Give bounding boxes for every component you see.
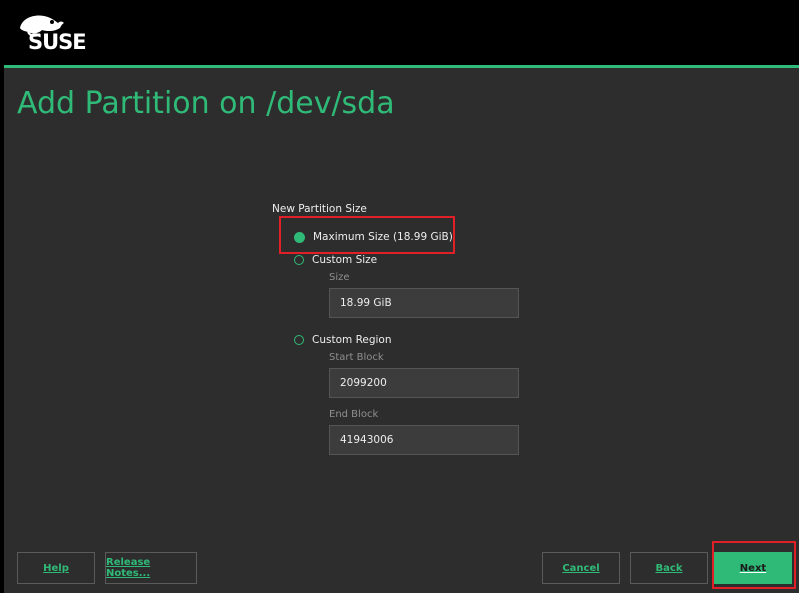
page-title: Add Partition on /dev/sda <box>17 86 395 121</box>
radio-custom-region[interactable]: Custom Region <box>294 334 392 346</box>
radio-label: Custom Size <box>312 254 378 266</box>
size-label: Size <box>329 272 350 283</box>
highlight-box <box>712 541 796 589</box>
cancel-button[interactable]: Cancel <box>542 552 620 584</box>
radio-unchecked-icon[interactable] <box>294 255 304 265</box>
radio-unchecked-icon[interactable] <box>294 335 304 345</box>
radio-label: Custom Region <box>312 334 392 346</box>
start-block-label: Start Block <box>329 352 384 363</box>
help-button-label: Help <box>43 562 69 574</box>
header-accent-line <box>4 65 799 68</box>
end-block-input[interactable]: 41943006 <box>329 425 519 455</box>
suse-logo-text: SUSE <box>28 30 87 54</box>
release-notes-button-label: Release Notes... <box>106 557 151 579</box>
size-input[interactable]: 18.99 GiB <box>329 288 519 318</box>
highlight-box <box>279 216 455 254</box>
group-label: New Partition Size <box>272 203 367 215</box>
top-bar: SUSE <box>0 0 799 65</box>
help-button[interactable]: Help <box>17 552 95 584</box>
start-block-input[interactable]: 2099200 <box>329 368 519 398</box>
back-button[interactable]: Back <box>630 552 708 584</box>
cancel-button-label: Cancel <box>562 562 600 574</box>
back-button-label: Back <box>655 562 683 574</box>
radio-custom-size[interactable]: Custom Size <box>294 254 377 266</box>
frame-border <box>0 65 4 593</box>
release-notes-button[interactable]: Release Notes... <box>105 552 197 584</box>
end-block-label: End Block <box>329 409 379 420</box>
